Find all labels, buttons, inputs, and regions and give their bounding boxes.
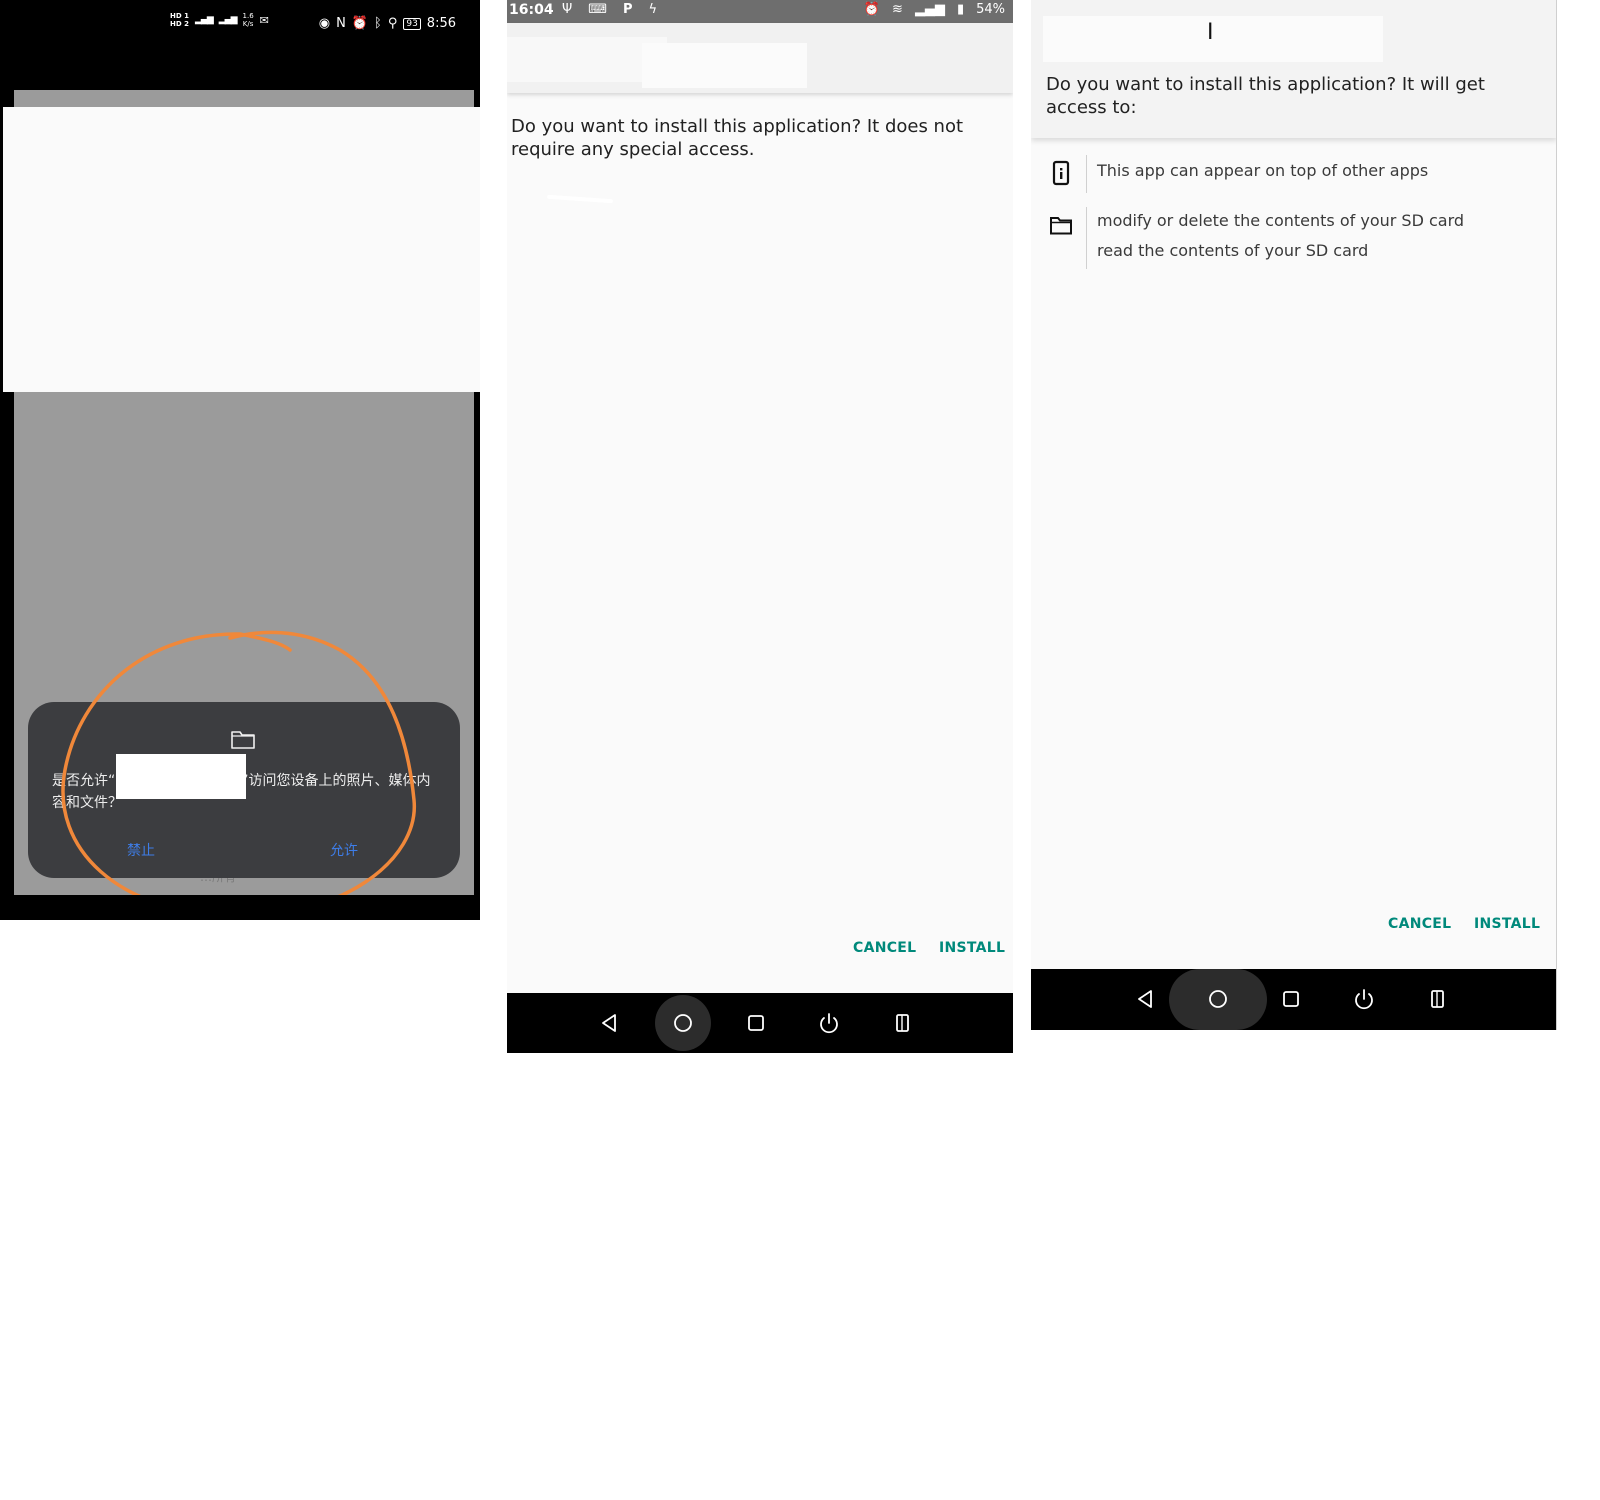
panel-install-no-access: 16:04 Ψ ⌨ P ϟ ⏰ ≋ ▂▄▆ ▮ 54% Do you want …	[507, 0, 1013, 1053]
signal-icon: ▂▄▆	[194, 15, 214, 25]
app-header	[507, 23, 1013, 93]
hd1-indicator: HD 1	[170, 12, 189, 20]
home-icon[interactable]	[1202, 983, 1234, 1015]
annotation-circle	[61, 630, 416, 918]
permission-sd-read: read the contents of your SD card	[1097, 241, 1369, 260]
alarm-icon: ⏰	[863, 2, 881, 17]
clock-time: 8:56	[426, 16, 456, 31]
status-bar: 16:04 Ψ ⌨ P ϟ ⏰ ≋ ▂▄▆ ▮ 54%	[507, 0, 1013, 23]
permission-divider	[1086, 207, 1087, 269]
status-bar: HD 1 HD 2 ▂▄▆ ▂▄▆ 1.6 K/s ✉ ◉ N ⏰ ᛒ ⚲ 93…	[0, 0, 480, 52]
install-button[interactable]: INSTALL	[1474, 916, 1540, 932]
code-icon: ⌨	[588, 2, 607, 17]
recents-icon[interactable]	[740, 1007, 772, 1039]
cancel-button[interactable]: CANCEL	[853, 940, 916, 956]
bluetooth-icon: ᛒ	[374, 16, 382, 31]
install-button[interactable]: INSTALL	[939, 940, 1005, 956]
cancel-button[interactable]: CANCEL	[1388, 916, 1451, 932]
install-message: Do you want to install this application?…	[511, 116, 964, 160]
hd2-indicator: HD 2	[170, 20, 189, 28]
redacted-content	[3, 107, 480, 392]
rotate-icon[interactable]	[887, 1007, 919, 1039]
status-right: ◉ N ⏰ ᛒ ⚲ 93 8:56	[319, 16, 456, 31]
permission-divider	[1086, 155, 1087, 193]
battery-level: 54%	[976, 2, 1005, 17]
flash-icon: ϟ	[648, 2, 658, 17]
redacted-app-name	[642, 43, 807, 88]
status-left: HD 1 HD 2 ▂▄▆ ▂▄▆ 1.6 K/s ✉	[170, 12, 269, 28]
header-glyph: I	[1207, 20, 1214, 45]
nfc-icon: N	[336, 16, 346, 31]
net-speed-unit: K/s	[242, 20, 254, 28]
permission-sd-write: modify or delete the contents of your SD…	[1097, 211, 1465, 230]
back-icon[interactable]	[1129, 983, 1161, 1015]
wechat-icon: ✉	[259, 13, 269, 27]
navigation-bar	[1031, 969, 1556, 1030]
wifi-icon: ≋	[892, 2, 903, 17]
power-icon[interactable]	[1348, 983, 1380, 1015]
bottom-bar	[0, 895, 480, 920]
rotate-icon[interactable]	[1422, 983, 1454, 1015]
alarm-icon: ⏰	[351, 16, 368, 31]
redaction-stroke	[546, 194, 614, 204]
net-speed-value: 1.6	[242, 12, 254, 20]
panel-install-with-permissions: I Do you want to install this applicatio…	[1031, 0, 1557, 1030]
navigation-bar	[507, 993, 1013, 1053]
power-icon[interactable]	[813, 1007, 845, 1039]
app-header: I Do you want to install this applicatio…	[1031, 0, 1556, 138]
recents-icon[interactable]	[1275, 983, 1307, 1015]
clock-time: 16:04	[509, 2, 554, 18]
folder-icon	[1050, 217, 1072, 235]
parking-icon: P	[623, 2, 633, 17]
usb-icon: Ψ	[562, 2, 573, 17]
info-icon	[1052, 160, 1070, 186]
install-message: Do you want to install this application?…	[1046, 74, 1485, 118]
signal-icon: ▂▄▆	[218, 15, 238, 25]
eye-icon: ◉	[318, 16, 331, 31]
signal-icon: ▂▄▆	[914, 2, 945, 17]
permission-overlay: This app can appear on top of other apps	[1097, 161, 1429, 180]
back-icon[interactable]	[593, 1007, 625, 1039]
battery-level: 93	[403, 17, 421, 30]
home-icon[interactable]	[667, 1007, 699, 1039]
panel-permission-dialog: HD 1 HD 2 ▂▄▆ ▂▄▆ 1.6 K/s ✉ ◉ N ⏰ ᛒ ⚲ 93…	[0, 0, 480, 920]
location-icon: ⚲	[387, 16, 398, 31]
battery-icon: ▮	[956, 2, 965, 17]
